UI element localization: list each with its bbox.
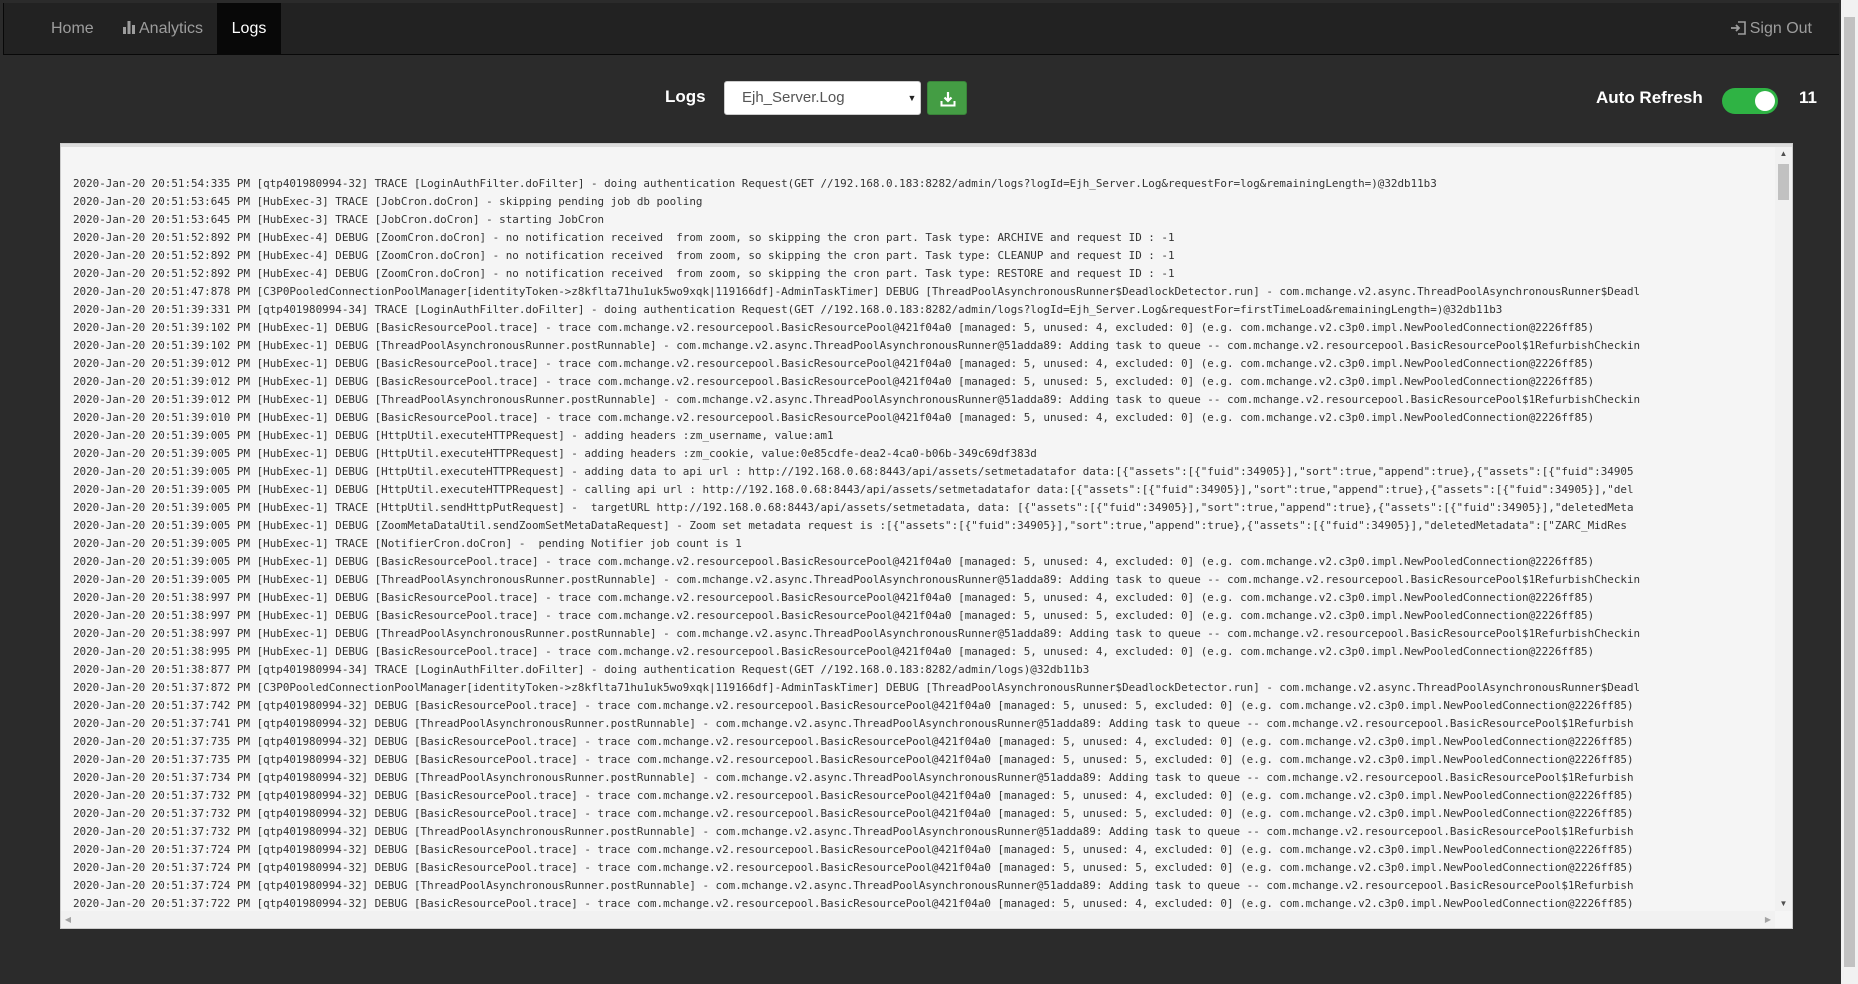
log-line: 2020-Jan-20 20:51:37:724 PM [qtp40198099… bbox=[73, 879, 1634, 892]
auto-refresh-toggle[interactable] bbox=[1722, 88, 1778, 114]
scroll-right-icon[interactable]: ▶ bbox=[1761, 911, 1775, 928]
log-line: 2020-Jan-20 20:51:37:742 PM [qtp40198099… bbox=[73, 699, 1634, 712]
log-line: 2020-Jan-20 20:51:38:877 PM [qtp40198099… bbox=[73, 663, 1090, 676]
auto-refresh-label: Auto Refresh bbox=[1596, 88, 1703, 107]
log-line: 2020-Jan-20 20:51:37:741 PM [qtp40198099… bbox=[73, 717, 1634, 730]
log-line: 2020-Jan-20 20:51:53:645 PM [HubExec-3] … bbox=[73, 213, 605, 226]
log-line: 2020-Jan-20 20:51:52:892 PM [HubExec-4] … bbox=[73, 249, 1175, 262]
log-horizontal-scrollbar[interactable]: ◀ ▶ bbox=[61, 911, 1775, 928]
refresh-count: 11 bbox=[1799, 88, 1817, 107]
log-file-select[interactable]: Ejh_Server.Log ▼ bbox=[724, 81, 921, 115]
scroll-up-icon[interactable]: ▲ bbox=[1775, 147, 1792, 161]
log-line: 2020-Jan-20 20:51:54:335 PM [qtp40198099… bbox=[73, 177, 1437, 190]
log-line: 2020-Jan-20 20:51:37:732 PM [qtp40198099… bbox=[73, 807, 1634, 820]
log-line: 2020-Jan-20 20:51:37:734 PM [qtp40198099… bbox=[73, 771, 1634, 784]
log-line: 2020-Jan-20 20:51:39:005 PM [HubExec-1] … bbox=[73, 429, 834, 442]
log-line: 2020-Jan-20 20:51:39:005 PM [HubExec-1] … bbox=[73, 465, 1634, 478]
scroll-down-icon[interactable]: ▼ bbox=[1775, 897, 1792, 911]
nav-analytics-label: Analytics bbox=[139, 20, 204, 37]
log-line: 2020-Jan-20 20:51:39:012 PM [HubExec-1] … bbox=[73, 375, 1595, 388]
nav-home[interactable]: Home bbox=[36, 3, 109, 55]
scroll-thumb[interactable] bbox=[1778, 164, 1789, 200]
log-line: 2020-Jan-20 20:51:39:005 PM [HubExec-1] … bbox=[73, 501, 1634, 514]
download-icon bbox=[940, 92, 956, 107]
log-line: 2020-Jan-20 20:51:39:010 PM [HubExec-1] … bbox=[73, 411, 1595, 424]
log-line: 2020-Jan-20 20:51:37:732 PM [qtp40198099… bbox=[73, 825, 1634, 838]
log-line: 2020-Jan-20 20:51:38:997 PM [HubExec-1] … bbox=[73, 627, 1641, 640]
log-line: 2020-Jan-20 20:51:38:995 PM [HubExec-1] … bbox=[73, 645, 1595, 658]
sign-out-label: Sign Out bbox=[1749, 20, 1812, 37]
scroll-left-icon[interactable]: ◀ bbox=[61, 911, 75, 928]
log-line: 2020-Jan-20 20:51:39:005 PM [HubExec-1] … bbox=[73, 447, 1037, 460]
log-line: 2020-Jan-20 20:51:37:735 PM [qtp40198099… bbox=[73, 735, 1634, 748]
log-line: 2020-Jan-20 20:51:39:005 PM [HubExec-1] … bbox=[73, 573, 1641, 586]
log-line: 2020-Jan-20 20:51:39:331 PM [qtp40198099… bbox=[73, 303, 1503, 316]
log-line: 2020-Jan-20 20:51:53:645 PM [HubExec-3] … bbox=[73, 195, 703, 208]
top-navbar: Home Analytics Logs Sign Out bbox=[3, 3, 1839, 55]
download-button[interactable] bbox=[927, 81, 967, 115]
nav-logs[interactable]: Logs bbox=[217, 3, 281, 55]
page-scroll-thumb[interactable] bbox=[1844, 17, 1855, 967]
log-line: 2020-Jan-20 20:51:39:005 PM [HubExec-1] … bbox=[73, 555, 1595, 568]
log-line: 2020-Jan-20 20:51:37:732 PM [qtp40198099… bbox=[73, 789, 1634, 802]
page-scrollbar[interactable] bbox=[1841, 0, 1858, 984]
sign-out-link[interactable]: Sign Out bbox=[1715, 3, 1827, 55]
log-line: 2020-Jan-20 20:51:38:997 PM [HubExec-1] … bbox=[73, 609, 1595, 622]
log-line: 2020-Jan-20 20:51:39:102 PM [HubExec-1] … bbox=[73, 339, 1641, 352]
toggle-knob bbox=[1755, 91, 1775, 111]
log-viewer[interactable]: 2020-Jan-20 20:51:54:335 PM [qtp40198099… bbox=[60, 143, 1793, 929]
logs-label: Logs bbox=[665, 87, 706, 106]
log-line: 2020-Jan-20 20:51:39:102 PM [HubExec-1] … bbox=[73, 321, 1595, 334]
log-vertical-scrollbar[interactable]: ▲ ▼ bbox=[1775, 147, 1792, 911]
log-line: 2020-Jan-20 20:51:39:012 PM [HubExec-1] … bbox=[73, 393, 1641, 406]
log-line: 2020-Jan-20 20:51:37:722 PM [qtp40198099… bbox=[73, 897, 1634, 910]
log-line: 2020-Jan-20 20:51:37:872 PM [C3P0PooledC… bbox=[73, 681, 1641, 694]
caret-down-icon: ▼ bbox=[907, 93, 917, 103]
log-line: 2020-Jan-20 20:51:39:005 PM [HubExec-1] … bbox=[73, 519, 1627, 532]
log-line: 2020-Jan-20 20:51:37:724 PM [qtp40198099… bbox=[73, 861, 1634, 874]
log-line: 2020-Jan-20 20:51:52:892 PM [HubExec-4] … bbox=[73, 231, 1175, 244]
log-line: 2020-Jan-20 20:51:37:724 PM [qtp40198099… bbox=[73, 843, 1634, 856]
log-line: 2020-Jan-20 20:51:39:005 PM [HubExec-1] … bbox=[73, 483, 1634, 496]
log-content: 2020-Jan-20 20:51:54:335 PM [qtp40198099… bbox=[73, 175, 1772, 910]
log-line: 2020-Jan-20 20:51:52:892 PM [HubExec-4] … bbox=[73, 267, 1175, 280]
log-line: 2020-Jan-20 20:51:39:012 PM [HubExec-1] … bbox=[73, 357, 1595, 370]
log-file-select-value: Ejh_Server.Log bbox=[742, 89, 845, 106]
sign-out-icon bbox=[1730, 21, 1746, 35]
log-line: 2020-Jan-20 20:51:39:005 PM [HubExec-1] … bbox=[73, 537, 742, 550]
log-line: 2020-Jan-20 20:51:38:997 PM [HubExec-1] … bbox=[73, 591, 1595, 604]
bar-chart-icon bbox=[123, 21, 135, 34]
log-line: 2020-Jan-20 20:51:47:878 PM [C3P0PooledC… bbox=[73, 285, 1641, 298]
log-viewer-top-border bbox=[61, 144, 1792, 147]
nav-analytics[interactable]: Analytics bbox=[108, 3, 218, 55]
log-line: 2020-Jan-20 20:51:37:735 PM [qtp40198099… bbox=[73, 753, 1634, 766]
